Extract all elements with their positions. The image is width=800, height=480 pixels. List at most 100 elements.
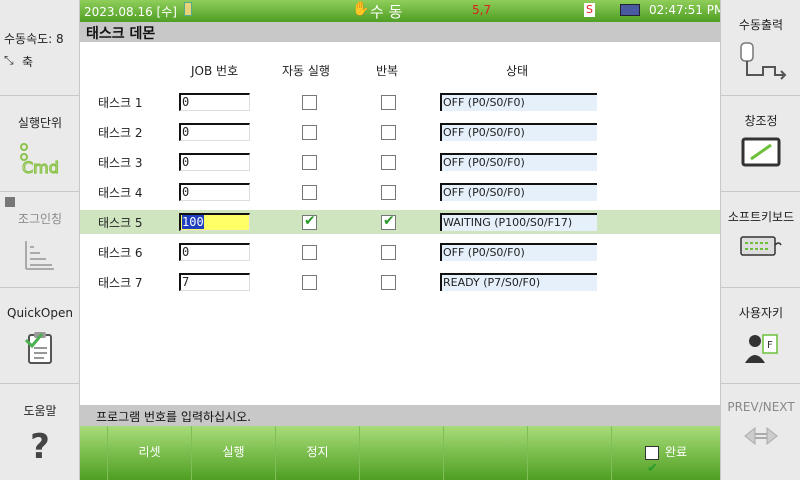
jog-indicator xyxy=(5,197,15,207)
svg-text:Cmd: Cmd xyxy=(22,158,59,177)
task-name: 태스크 2 xyxy=(98,126,143,140)
window-adjust-label: 창조정 xyxy=(744,114,778,128)
io-indicator-icon xyxy=(184,2,192,16)
reset-label: 리셋 xyxy=(138,445,161,459)
jog-inching-button[interactable]: 조그인칭 xyxy=(0,192,80,288)
selected-job-text: 100 xyxy=(182,215,204,229)
job-number-input[interactable]: 0 xyxy=(179,183,250,201)
keyboard-icon xyxy=(740,236,782,256)
soft-keyboard-button[interactable]: 소프트키보드 xyxy=(721,192,800,288)
prev-next-arrows-icon xyxy=(744,426,778,446)
auto-run-checkbox[interactable] xyxy=(302,213,317,230)
prompt-message: 프로그램 번호를 입력하십시오. xyxy=(96,410,251,424)
position-text: 5,7 xyxy=(472,3,492,17)
header-status: 상태 xyxy=(506,64,529,78)
stop-label: 정지 xyxy=(306,445,329,459)
clipboard-icon xyxy=(24,332,52,364)
empty-function-key[interactable] xyxy=(527,426,611,480)
status-bar: 2023.08.16 [수] ✋ 수 동 5,7 S 02:47:51 PM xyxy=(80,0,724,22)
memory-icon xyxy=(620,4,640,16)
repeat-checkbox[interactable] xyxy=(381,155,396,170)
repeat-checkbox[interactable] xyxy=(381,95,396,110)
job-number-input[interactable]: 0 xyxy=(179,153,250,171)
job-number-input[interactable]: 0 xyxy=(179,243,250,261)
speed-panel[interactable]: 수동속도: 8 ⤡ 축 xyxy=(0,0,80,96)
empty-function-key[interactable] xyxy=(443,426,527,480)
run-button[interactable]: 실행 xyxy=(191,426,275,480)
job-number-input[interactable]: 0 xyxy=(179,123,250,141)
window-resize-icon xyxy=(741,137,781,167)
axis-icon: ⤡ xyxy=(4,53,14,67)
page-title: 태스크 데몬 xyxy=(86,26,156,42)
cmd-icon: Cmd xyxy=(20,143,60,177)
task-row: 태스크 1 0 OFF (P0/S0/F0) xyxy=(80,90,720,114)
task-status-field: READY (P7/S0/F0) xyxy=(440,273,597,291)
job-number-input[interactable]: 7 xyxy=(179,273,250,291)
repeat-checkbox[interactable] xyxy=(381,213,396,230)
task-status-field: OFF (P0/S0/F0) xyxy=(440,123,597,141)
question-mark-icon: ? xyxy=(30,427,50,467)
auto-run-checkbox[interactable] xyxy=(302,185,317,200)
right-sidebar: 수동출력 창조정 소프트키보드 사용자키 F PREV/NEXT xyxy=(720,0,800,480)
auto-run-checkbox[interactable] xyxy=(302,95,317,110)
job-number-input-active[interactable]: 100 xyxy=(179,213,250,231)
quickopen-button[interactable]: QuickOpen xyxy=(0,288,80,384)
help-label: 도움말 xyxy=(23,404,57,418)
task-row: 태스크 2 0 OFF (P0/S0/F0) xyxy=(80,120,720,144)
axis-label: 축 xyxy=(22,55,34,69)
reset-button[interactable]: 리셋 xyxy=(107,426,191,480)
auto-run-checkbox[interactable] xyxy=(302,275,317,290)
message-bar: 프로그램 번호를 입력하십시오. xyxy=(80,405,720,426)
quickopen-label: QuickOpen xyxy=(7,306,73,320)
soft-keyboard-label: 소프트키보드 xyxy=(727,210,795,224)
function-key-bar: 리셋 실행 정지 완료 xyxy=(80,426,720,480)
auto-run-checkbox[interactable] xyxy=(302,155,317,170)
task-status-field: OFF (P0/S0/F0) xyxy=(440,183,597,201)
exec-unit-label: 실행단위 xyxy=(17,116,63,130)
task-daemon-panel: JOB 번호 자동 실행 반복 상태 태스크 1 0 OFF (P0/S0/F0… xyxy=(80,42,720,405)
task-row: 태스크 3 0 OFF (P0/S0/F0) xyxy=(80,150,720,174)
manual-output-button[interactable]: 수동출력 xyxy=(721,0,800,96)
done-button[interactable]: 완료 xyxy=(611,426,720,480)
task-name: 태스크 7 xyxy=(98,276,143,290)
task-status-field: OFF (P0/S0/F0) xyxy=(440,93,597,111)
auto-run-checkbox[interactable] xyxy=(302,245,317,260)
svg-text:F: F xyxy=(767,340,773,351)
auto-run-checkbox[interactable] xyxy=(302,125,317,140)
task-row: 태스크 4 0 OFF (P0/S0/F0) xyxy=(80,180,720,204)
header-job-number: JOB 번호 xyxy=(191,64,239,78)
task-name: 태스크 6 xyxy=(98,246,143,260)
left-sidebar: 수동속도: 8 ⤡ 축 실행단위 Cmd 조그인칭 QuickOpen 도움말 … xyxy=(0,0,80,480)
manual-output-icon xyxy=(740,42,787,80)
datetime-text: 2023.08.16 [수] xyxy=(84,5,177,19)
mode-text: 수 동 xyxy=(370,3,403,21)
header-auto-run: 자동 실행 xyxy=(282,64,330,78)
s-badge: S xyxy=(584,3,595,17)
user-key-label: 사용자키 xyxy=(738,306,784,320)
done-check-icon xyxy=(644,443,659,480)
prev-next-button[interactable]: PREV/NEXT xyxy=(721,384,800,480)
repeat-checkbox[interactable] xyxy=(381,245,396,260)
repeat-checkbox[interactable] xyxy=(381,185,396,200)
repeat-checkbox[interactable] xyxy=(381,125,396,140)
jog-label: 조그인칭 xyxy=(17,212,63,226)
task-status-field: OFF (P0/S0/F0) xyxy=(440,243,597,261)
repeat-checkbox[interactable] xyxy=(381,275,396,290)
time-text: 02:47:51 PM xyxy=(649,3,725,17)
stop-button[interactable]: 정지 xyxy=(275,426,359,480)
jog-stairs-icon xyxy=(25,241,54,270)
task-row-selected: 태스크 5 100 WAITING (P100/S0/F17) xyxy=(80,210,720,234)
user-key-button[interactable]: 사용자키 F xyxy=(721,288,800,384)
help-button[interactable]: 도움말 ? xyxy=(0,384,80,480)
window-adjust-button[interactable]: 창조정 xyxy=(721,96,800,192)
job-number-input[interactable]: 0 xyxy=(179,93,250,111)
exec-unit-button[interactable]: 실행단위 Cmd xyxy=(0,96,80,192)
task-row: 태스크 7 7 READY (P7/S0/F0) xyxy=(80,270,720,294)
task-status-field: OFF (P0/S0/F0) xyxy=(440,153,597,171)
task-name: 태스크 4 xyxy=(98,186,143,200)
empty-function-key[interactable] xyxy=(359,426,443,480)
done-label: 완료 xyxy=(664,445,688,459)
hand-icon: ✋ xyxy=(352,1,370,17)
manual-output-label: 수동출력 xyxy=(738,18,784,32)
task-status-field: WAITING (P100/S0/F17) xyxy=(440,213,597,231)
